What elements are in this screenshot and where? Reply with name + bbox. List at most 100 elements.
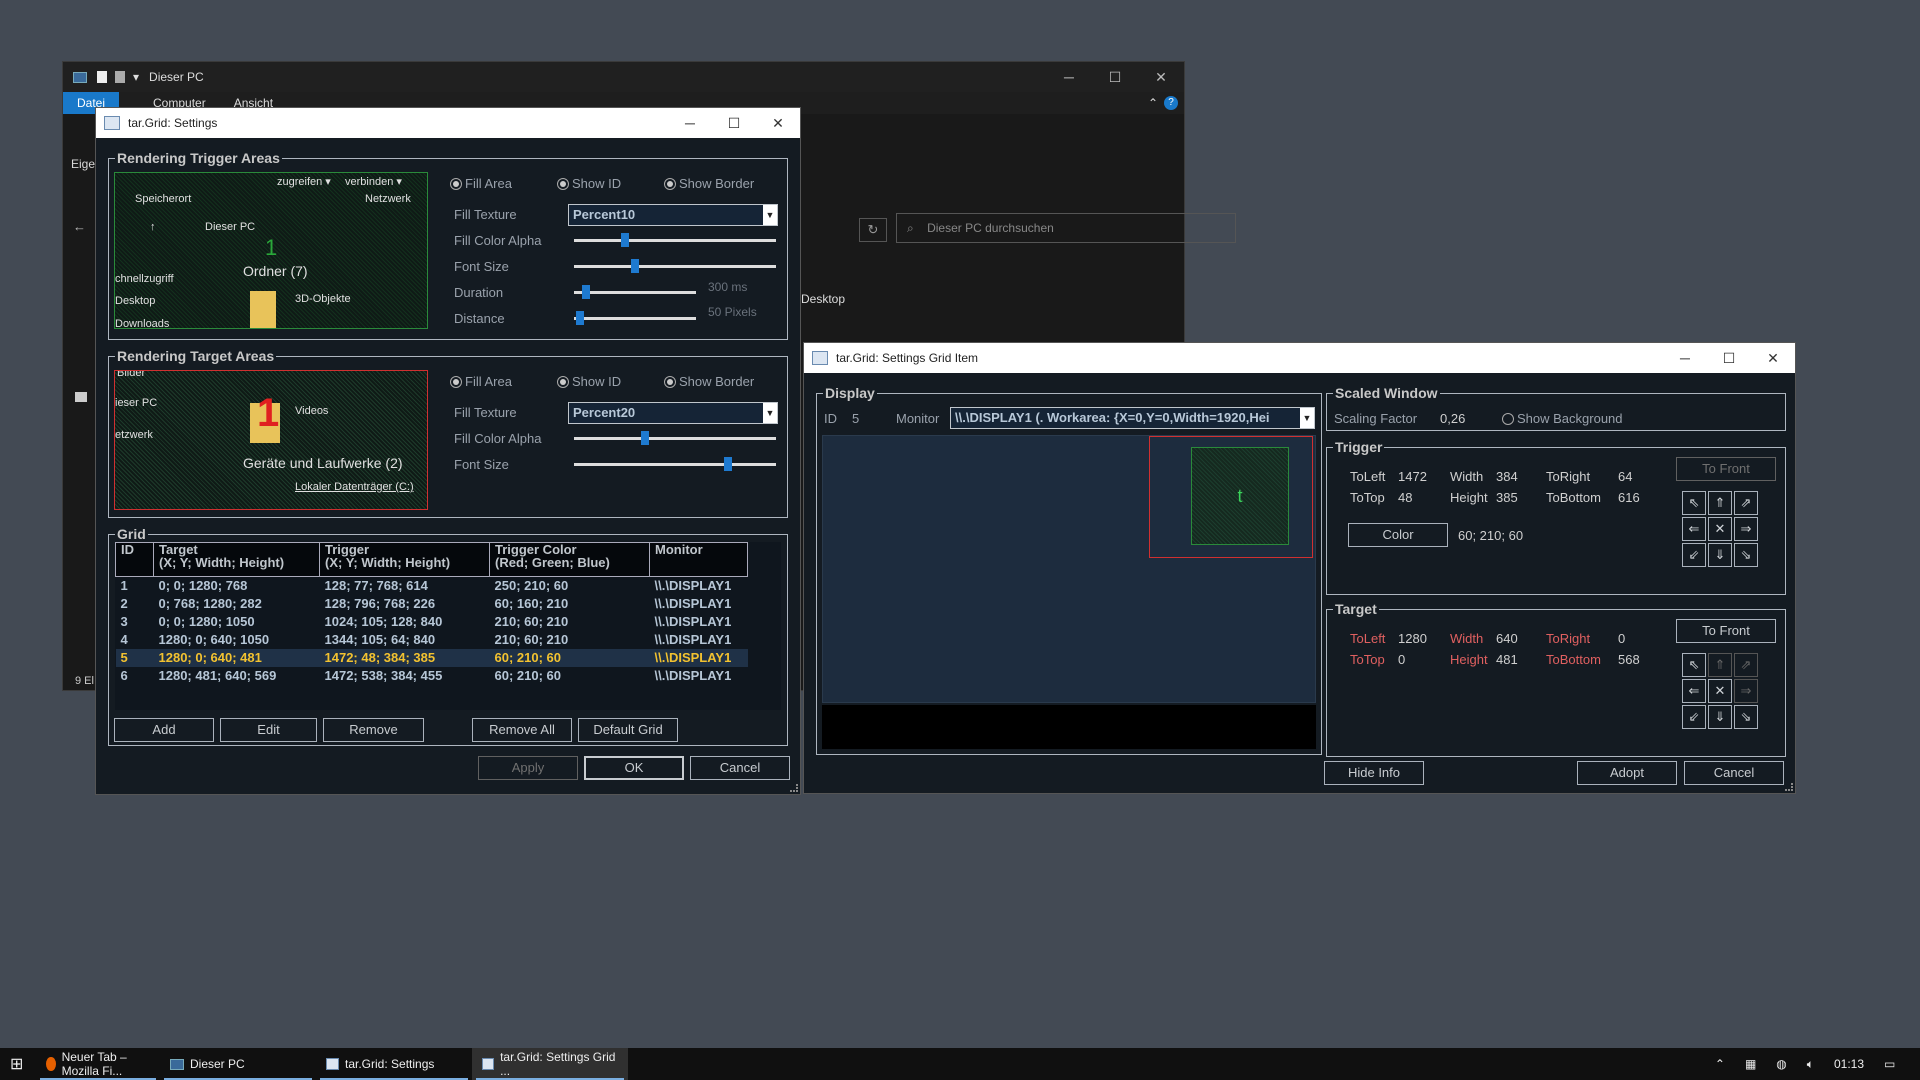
trigger-fill-alpha-slider[interactable] (574, 233, 776, 247)
move-right-icon[interactable]: ⇒ (1734, 679, 1758, 703)
grid-column-header[interactable]: Trigger (X; Y; Width; Height) (319, 542, 490, 577)
minimize-icon[interactable]: ─ (1663, 343, 1707, 373)
slider-track[interactable] (574, 291, 696, 294)
trigger-to-front-button[interactable]: To Front (1676, 457, 1776, 481)
move-down-left-icon[interactable]: ⇙ (1682, 543, 1706, 567)
move-down-icon[interactable]: ⇓ (1708, 705, 1732, 729)
move-down-icon[interactable]: ⇓ (1708, 543, 1732, 567)
chevron-down-icon[interactable]: ▼ (763, 403, 777, 423)
move-down-right-icon[interactable]: ⇘ (1734, 705, 1758, 729)
trigger-area-preview[interactable]: t (1191, 447, 1289, 545)
move-up-icon[interactable]: ⇑ (1708, 491, 1732, 515)
table-row[interactable]: 1 0; 0; 1280; 768 128; 77; 768; 614 250; 21… (116, 577, 748, 595)
collapse-ribbon-icon[interactable]: ⌃ (1148, 96, 1158, 110)
slider-track[interactable] (574, 437, 776, 440)
grid-table[interactable]: ID Target (X; Y; Width; Height) Trigger (X; … (115, 542, 748, 685)
grid-table-container[interactable]: ID Target (X; Y; Width; Height) Trigger (X; … (115, 542, 781, 710)
maximize-icon[interactable]: ☐ (1092, 62, 1138, 92)
refresh-icon[interactable]: ↻ (859, 218, 887, 242)
target-to-front-button[interactable]: To Front (1676, 619, 1776, 643)
ok-button[interactable]: OK (584, 756, 684, 780)
slider-track[interactable] (574, 239, 776, 242)
monitor-preview[interactable]: t (822, 435, 1316, 703)
show-background-radio[interactable]: Show Background (1502, 411, 1623, 426)
search-box[interactable]: ⌕ Dieser PC durchsuchen (896, 213, 1236, 243)
edit-button[interactable]: Edit (220, 718, 317, 742)
slider-track[interactable] (574, 265, 776, 268)
move-left-icon[interactable]: ⇐ (1682, 517, 1706, 541)
move-up-icon[interactable]: ⇑ (1708, 653, 1732, 677)
trigger-fill-area-radio[interactable]: Fill Area (450, 176, 512, 191)
task-targrid-settings[interactable]: tar.Grid: Settings (316, 1048, 472, 1080)
grid-column-header[interactable]: Monitor (649, 542, 748, 577)
color-button[interactable]: Color (1348, 523, 1448, 547)
target-fill-texture-select[interactable]: Percent20 ▼ (568, 402, 778, 424)
move-down-left-icon[interactable]: ⇙ (1682, 705, 1706, 729)
move-center-icon[interactable]: ✕ (1708, 679, 1732, 703)
trigger-fill-texture-select[interactable]: Percent10 ▼ (568, 204, 778, 226)
network-icon[interactable]: ◍ (1766, 1048, 1796, 1080)
duration-slider[interactable] (574, 285, 696, 299)
grid-column-header[interactable]: Target (X; Y; Width; Height) (153, 542, 320, 577)
target-show-id-radio[interactable]: Show ID (557, 374, 621, 389)
close-icon[interactable]: ✕ (1751, 343, 1795, 373)
task-targrid-item[interactable]: tar.Grid: Settings Grid ... (472, 1048, 628, 1080)
close-icon[interactable]: ✕ (756, 108, 800, 138)
table-row[interactable]: 6 1280; 481; 640; 569 1472; 538; 384; 455 6… (116, 667, 748, 685)
task-firefox[interactable]: Neuer Tab – Mozilla Fi... (36, 1048, 160, 1080)
apply-button[interactable]: Apply (478, 756, 578, 780)
table-row[interactable]: 4 1280; 0; 640; 1050 1344; 105; 64; 840 210… (116, 631, 748, 649)
slider-thumb[interactable] (576, 311, 585, 325)
minimize-icon[interactable]: ─ (668, 108, 712, 138)
maximize-icon[interactable]: ☐ (712, 108, 756, 138)
help-icon[interactable]: ? (1164, 96, 1178, 110)
trigger-show-id-radio[interactable]: Show ID (557, 176, 621, 191)
table-row[interactable]: 5 1280; 0; 640; 481 1472; 48; 384; 385 60; … (115, 648, 748, 667)
table-row[interactable]: 2 0; 768; 1280; 282 128; 796; 768; 226 60; … (116, 595, 748, 613)
properties-icon[interactable] (115, 71, 125, 83)
maximize-icon[interactable]: ☐ (1707, 343, 1751, 373)
monitor-select[interactable]: \\.\DISPLAY1 (. Workarea: {X=0,Y=0,Width… (950, 407, 1315, 429)
remove-button[interactable]: Remove (323, 718, 424, 742)
move-center-icon[interactable]: ✕ (1708, 517, 1732, 541)
clock[interactable]: 01:13 (1824, 1048, 1874, 1080)
default-grid-button[interactable]: Default Grid (578, 718, 678, 742)
move-up-right-icon[interactable]: ⇗ (1734, 491, 1758, 515)
trigger-font-size-slider[interactable] (574, 259, 776, 273)
hide-info-button[interactable]: Hide Info (1324, 761, 1424, 785)
slider-thumb[interactable] (630, 259, 639, 273)
search-input[interactable]: Dieser PC durchsuchen (927, 221, 1054, 235)
move-up-left-icon[interactable]: ⇖ (1682, 491, 1706, 515)
adopt-button[interactable]: Adopt (1577, 761, 1677, 785)
tray-app-icon[interactable]: ▦ (1735, 1048, 1766, 1080)
target-fill-area-radio[interactable]: Fill Area (450, 374, 512, 389)
dropdown-icon[interactable]: ▾ (133, 70, 139, 84)
move-down-right-icon[interactable]: ⇘ (1734, 543, 1758, 567)
chevron-down-icon[interactable]: ▼ (763, 205, 777, 225)
back-icon[interactable]: ← (73, 219, 86, 234)
move-left-icon[interactable]: ⇐ (1682, 679, 1706, 703)
move-up-left-icon[interactable]: ⇖ (1682, 653, 1706, 677)
target-fill-alpha-slider[interactable] (574, 431, 776, 445)
chevron-down-icon[interactable]: ▼ (1300, 408, 1314, 428)
grid-column-header[interactable]: Trigger Color (Red; Green; Blue) (489, 542, 650, 577)
close-icon[interactable]: ✕ (1138, 62, 1184, 92)
move-right-icon[interactable]: ⇒ (1734, 517, 1758, 541)
quick-access-icon[interactable] (97, 71, 107, 83)
explorer-titlebar[interactable]: ▾ Dieser PC (63, 62, 1184, 92)
task-explorer[interactable]: Dieser PC (160, 1048, 316, 1080)
cancel-button[interactable]: Cancel (1684, 761, 1784, 785)
slider-thumb[interactable] (582, 285, 591, 299)
add-button[interactable]: Add (114, 718, 214, 742)
tray-chevron-icon[interactable]: ⌃ (1705, 1048, 1735, 1080)
minimize-icon[interactable]: ─ (1046, 62, 1092, 92)
slider-track[interactable] (574, 463, 776, 466)
target-show-border-radio[interactable]: Show Border (664, 374, 754, 389)
table-row[interactable]: 3 0; 0; 1280; 1050 1024; 105; 128; 840 210;… (116, 613, 748, 631)
grid-item-titlebar[interactable]: tar.Grid: Settings Grid Item (804, 343, 1795, 373)
volume-icon[interactable]: 🔈︎ (1797, 1048, 1824, 1080)
slider-track[interactable] (574, 317, 696, 320)
cancel-button[interactable]: Cancel (690, 756, 790, 780)
target-font-size-slider[interactable] (574, 457, 776, 471)
distance-slider[interactable] (574, 311, 696, 325)
